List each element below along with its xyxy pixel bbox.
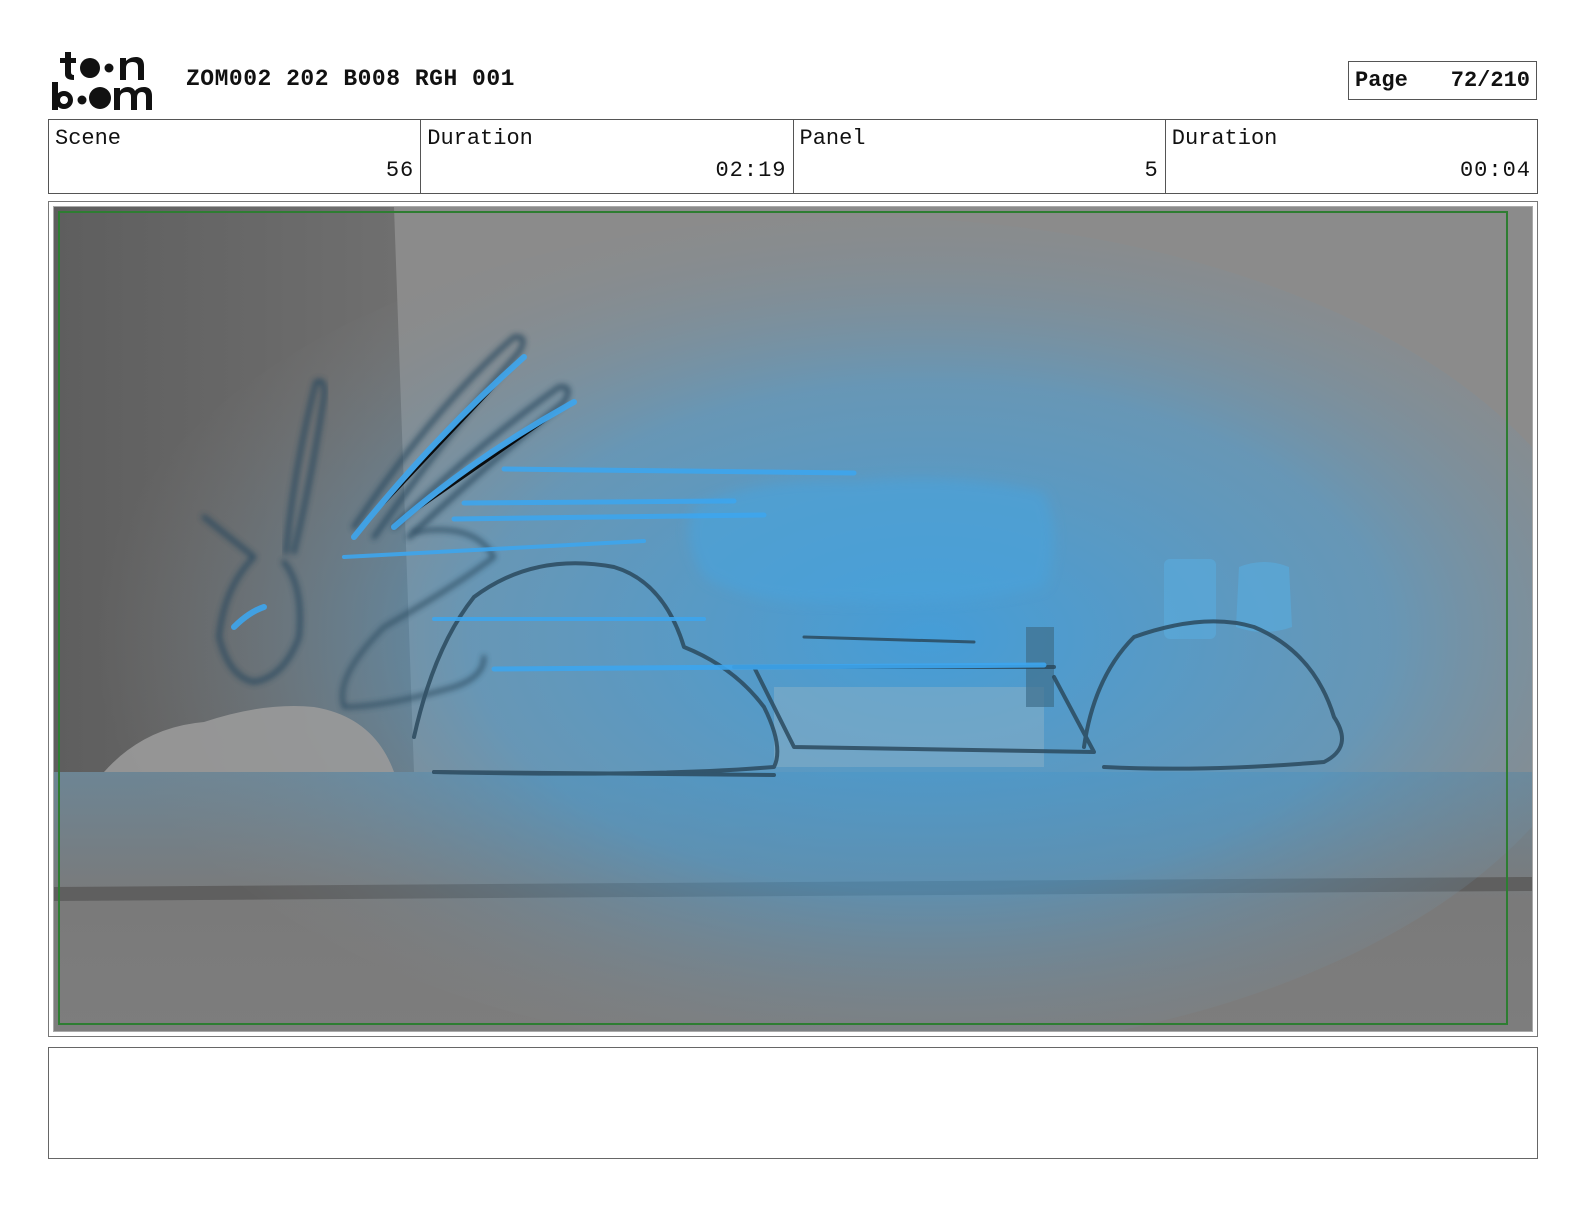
- panel-duration-value: 00:04: [1459, 158, 1531, 183]
- project-code-title: ZOM002 202 B008 RGH 001: [186, 66, 515, 92]
- shot-info-row: Scene 56 Duration 02:19 Panel 5 Duration…: [48, 119, 1538, 194]
- storyboard-panel-image: [53, 206, 1533, 1032]
- panel-duration-cell: Duration 00:04: [1166, 120, 1537, 193]
- panel-value: 5: [1144, 158, 1159, 183]
- keyboard-shape: [774, 687, 1044, 767]
- panel-caption-box: [48, 1047, 1538, 1159]
- scene-label: Scene: [55, 126, 122, 151]
- scene-duration-cell: Duration 02:19: [421, 120, 794, 193]
- scene-duration-label: Duration: [427, 126, 533, 151]
- page-number: 72/210: [1450, 68, 1530, 93]
- panel-duration-label: Duration: [1171, 126, 1278, 151]
- scene-duration-value: 02:19: [715, 158, 787, 183]
- toonboom-logo: [52, 50, 164, 112]
- page-label: Page: [1355, 68, 1408, 93]
- scene-cell: Scene 56: [49, 120, 422, 193]
- page-indicator: Page 72/210: [1348, 61, 1537, 100]
- storyboard-panel-frame: [48, 201, 1538, 1037]
- panel-label: Panel: [799, 126, 866, 151]
- panel-cell: Panel 5: [794, 120, 1166, 193]
- scene-value: 56: [385, 158, 415, 183]
